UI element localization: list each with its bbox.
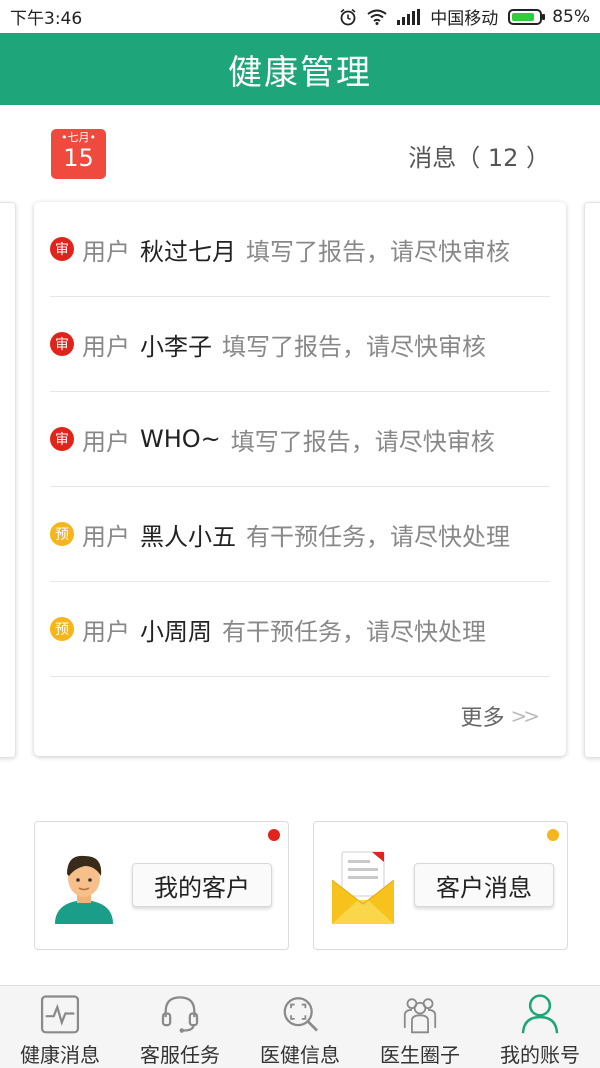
message-item[interactable]: 审用户 小李子 填写了报告，请尽快审核	[50, 297, 550, 392]
message-type-badge: 预	[50, 522, 74, 546]
status-time: 下午3:46	[10, 9, 83, 29]
nav-label: 医健信息	[260, 1043, 340, 1067]
next-card[interactable]	[584, 202, 600, 758]
messages-count[interactable]: 消息（ 12 ）	[408, 138, 550, 173]
message-prefix: 用户	[82, 237, 130, 266]
nav-label: 我的账号	[500, 1043, 580, 1067]
message-prefix: 用户	[82, 332, 130, 361]
message-card: 审用户 秋过七月 填写了报告，请尽快审核审用户 小李子 填写了报告，请尽快审核审用户 WH…	[34, 202, 566, 756]
my-clients-card[interactable]: 我的客户	[34, 821, 289, 950]
my-clients-button[interactable]: 我的客户	[132, 863, 272, 907]
message-item[interactable]: 审用户 WHO~ 填写了报告，请尽快审核	[50, 392, 550, 487]
message-username: WHO~	[140, 425, 221, 453]
nav-item-my-account[interactable]: 我的账号	[480, 986, 600, 1068]
message-type-badge: 审	[50, 427, 74, 451]
nav-item-health-messages[interactable]: 健康消息	[0, 986, 120, 1068]
message-text: 填写了报告，请尽快审核	[230, 427, 495, 456]
message-list: 审用户 秋过七月 填写了报告，请尽快审核审用户 小李子 填写了报告，请尽快审核审用户 WH…	[50, 202, 550, 677]
message-item[interactable]: 预用户 小周周 有干预任务，请尽快处理	[50, 582, 550, 677]
message-text: 填写了报告，请尽快审核	[222, 332, 486, 361]
message-prefix: 用户	[82, 522, 130, 551]
scan-search-icon	[283, 997, 318, 1032]
message-prefix: 用户	[82, 427, 130, 456]
carrier-name: 中国移动	[430, 9, 499, 29]
nav-label: 医生圈子	[380, 1043, 460, 1067]
previous-card[interactable]	[0, 202, 16, 758]
person-icon	[521, 994, 559, 1034]
wifi-icon	[367, 9, 387, 25]
nav-item-service-tasks[interactable]: 客服任务	[120, 986, 240, 1068]
status-bar: 下午3:46 中国移动 85%	[0, 0, 600, 33]
user-avatar-icon	[55, 855, 113, 924]
calendar-month: •七月•	[61, 131, 96, 144]
notification-dot	[547, 829, 559, 841]
bottom-nav: 健康消息 客服任务 医健信息 医生圈子 我的账号	[0, 985, 600, 1068]
notification-dot	[268, 829, 280, 841]
message-type-badge: 审	[50, 332, 74, 356]
message-username: 小李子	[140, 332, 212, 361]
headset-icon	[161, 996, 199, 1033]
message-text: 有干预任务，请尽快处理	[222, 617, 486, 646]
message-username: 黑人小五	[140, 522, 236, 551]
nav-item-doctor-circle[interactable]: 医生圈子	[360, 986, 480, 1068]
mail-envelope-icon	[331, 851, 395, 924]
heartbeat-icon	[40, 995, 80, 1034]
double-chevron-right-icon: >>	[510, 704, 539, 728]
alarm-icon	[340, 8, 356, 25]
message-prefix: 用户	[82, 617, 130, 646]
client-messages-button[interactable]: 客户消息	[414, 863, 554, 907]
message-type-badge: 预	[50, 617, 74, 641]
status-icons: 中国移动 85%	[339, 4, 590, 29]
nav-item-medical-info[interactable]: 医健信息	[240, 986, 360, 1068]
message-username: 秋过七月	[140, 237, 236, 266]
message-text: 填写了报告，请尽快审核	[246, 237, 510, 266]
nav-label: 健康消息	[20, 1043, 100, 1067]
message-item[interactable]: 预用户 黑人小五 有干预任务，请尽快处理	[50, 487, 550, 582]
battery-icon	[508, 8, 546, 25]
message-text: 有干预任务，请尽快处理	[246, 522, 510, 551]
signal-icon	[397, 8, 421, 25]
battery-level	[512, 12, 535, 21]
group-icon	[403, 998, 437, 1034]
message-item[interactable]: 审用户 秋过七月 填写了报告，请尽快审核	[50, 202, 550, 297]
more-link[interactable]: 更多 >>	[460, 700, 539, 732]
message-username: 小周周	[140, 617, 212, 646]
message-type-badge: 审	[50, 237, 74, 261]
client-messages-card[interactable]: 客户消息	[313, 821, 568, 950]
more-label: 更多	[460, 706, 505, 731]
calendar-icon[interactable]: •七月• 15	[51, 129, 106, 179]
calendar-day: 15	[63, 144, 94, 172]
nav-label: 客服任务	[140, 1043, 220, 1067]
battery-percent: 85%	[552, 6, 590, 27]
page-title: 健康管理	[0, 33, 600, 105]
